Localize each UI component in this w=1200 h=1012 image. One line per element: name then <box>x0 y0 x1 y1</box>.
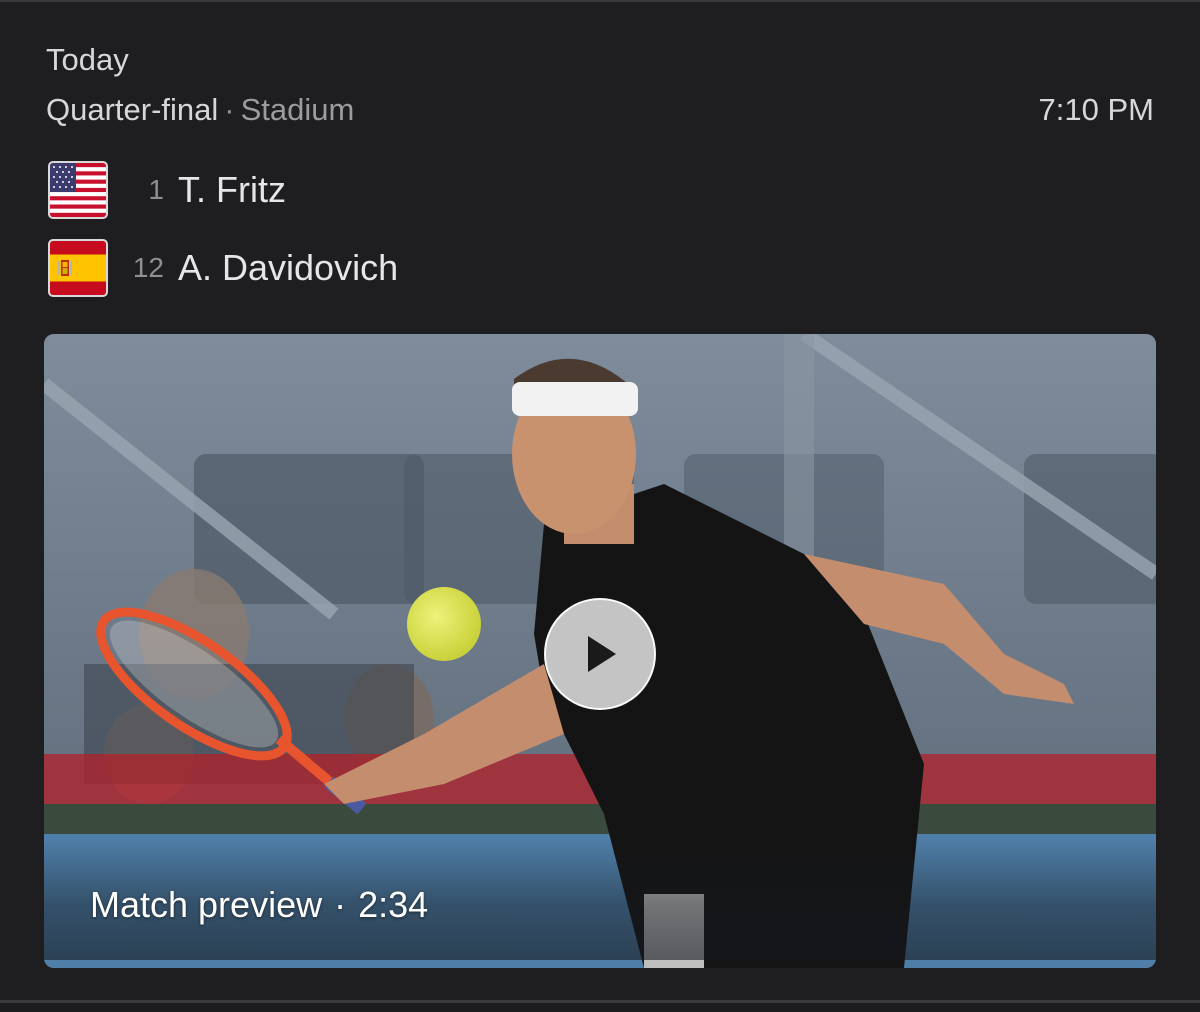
player-name: T. Fritz <box>178 169 286 210</box>
separator-dot: · <box>334 884 347 925</box>
match-date: Today <box>46 42 129 77</box>
venue-label: Stadium <box>240 92 355 127</box>
match-card[interactable]: Today Quarter-final · Stadium 7:10 PM 1 … <box>0 0 1200 1004</box>
match-round-info: Quarter-final · Stadium <box>46 92 354 128</box>
player-seed: 12 <box>132 252 164 283</box>
player-seed: 1 <box>148 174 164 205</box>
separator-dot: · <box>224 92 235 127</box>
bottom-divider <box>0 1000 1200 1003</box>
round-label: Quarter-final <box>46 92 219 127</box>
usa-flag-icon <box>48 161 108 219</box>
player-name: A. Davidovich <box>178 247 399 288</box>
match-time: 7:10 PM <box>1038 92 1154 127</box>
play-icon[interactable] <box>544 598 656 710</box>
video-caption: Match preview · 2:34 <box>90 884 428 926</box>
spain-flag-icon <box>48 239 108 297</box>
player-row-2[interactable]: 12 A. Davidovich <box>48 238 648 298</box>
video-title: Match preview <box>90 884 323 925</box>
video-duration: 2:34 <box>358 884 429 925</box>
player-row-1[interactable]: 1 T. Fritz <box>48 160 648 220</box>
